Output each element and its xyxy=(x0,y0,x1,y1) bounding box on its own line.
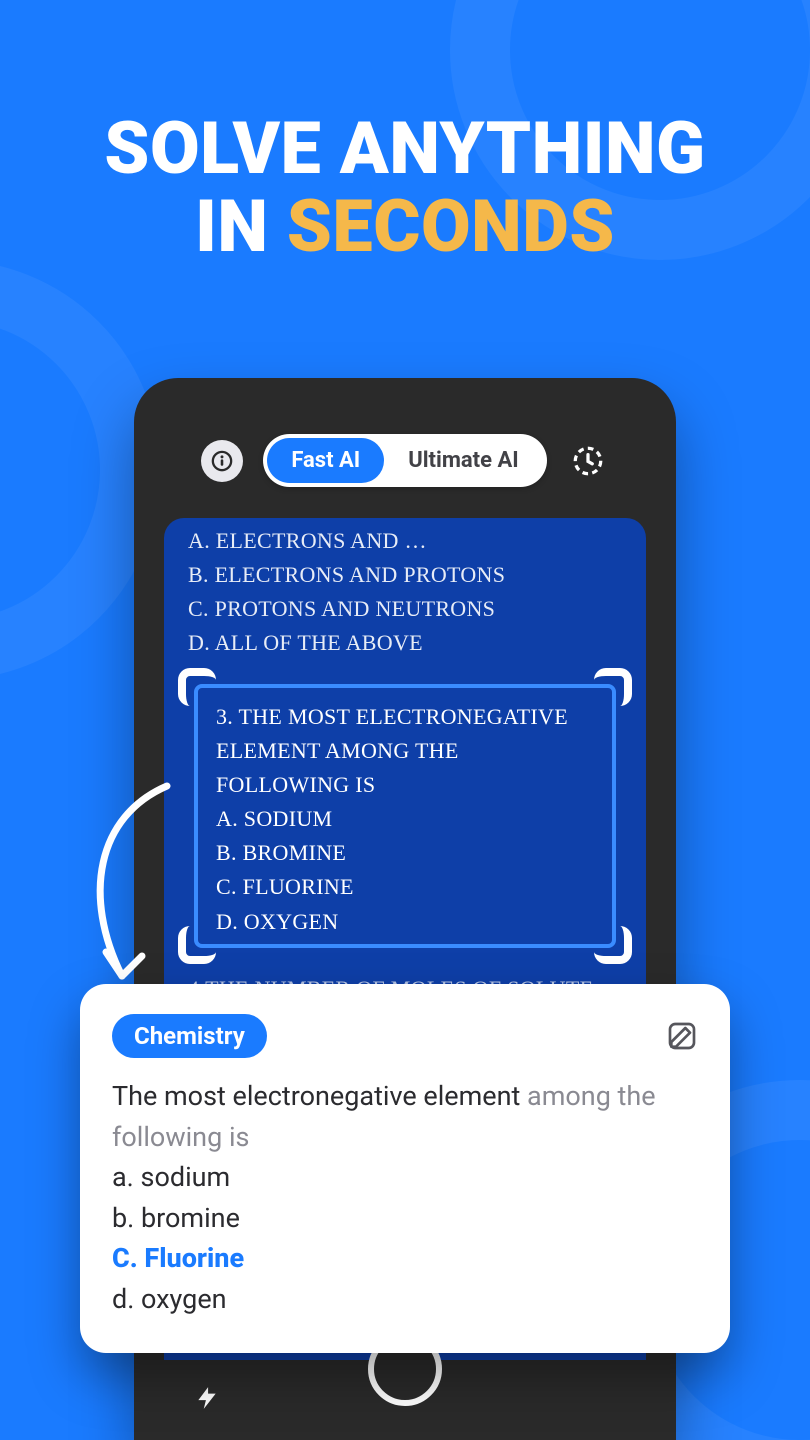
segment-ultimate-ai[interactable]: Ultimate AI xyxy=(384,438,542,483)
history-icon xyxy=(571,444,605,478)
subject-tag[interactable]: Chemistry xyxy=(112,1014,267,1058)
camera-bar xyxy=(134,1360,676,1440)
info-icon xyxy=(211,450,233,472)
segment-fast-ai[interactable]: Fast AI xyxy=(267,438,384,483)
headline: SOLVE ANYTHING IN SECONDS xyxy=(0,110,810,266)
headline-line2: IN SECONDS xyxy=(0,188,810,266)
ai-mode-segmented: Fast AI Ultimate AI xyxy=(263,434,546,487)
edit-icon xyxy=(666,1020,698,1052)
viewport-context-above: A. ELECTRONS AND … B. ELECTRONS AND PROT… xyxy=(188,524,622,660)
headline-line1: SOLVE ANYTHING xyxy=(0,110,810,188)
answer-card: Chemistry The most electronegative eleme… xyxy=(80,984,730,1353)
crop-region[interactable]: 3. THE MOST ELECTRONEGATIVE ELEMENT AMON… xyxy=(178,668,632,964)
option-c-correct: C. Fluorine xyxy=(112,1238,698,1279)
arrow-annotation xyxy=(72,776,192,1006)
flash-button[interactable] xyxy=(194,1382,220,1418)
topbar: Fast AI Ultimate AI xyxy=(134,434,676,487)
info-button[interactable] xyxy=(201,440,243,482)
option-d: d. oxygen xyxy=(112,1279,698,1320)
crop-content: 3. THE MOST ELECTRONEGATIVE ELEMENT AMON… xyxy=(194,684,616,948)
option-a: a. sodium xyxy=(112,1157,698,1198)
edit-button[interactable] xyxy=(666,1020,698,1052)
answer-body: The most electronegative element among t… xyxy=(112,1076,698,1319)
headline-accent: SECONDS xyxy=(287,184,615,269)
history-button[interactable] xyxy=(567,440,609,482)
question-text: The most electronegative element among t… xyxy=(112,1080,656,1153)
option-b: b. bromine xyxy=(112,1198,698,1239)
flash-icon xyxy=(194,1382,220,1414)
